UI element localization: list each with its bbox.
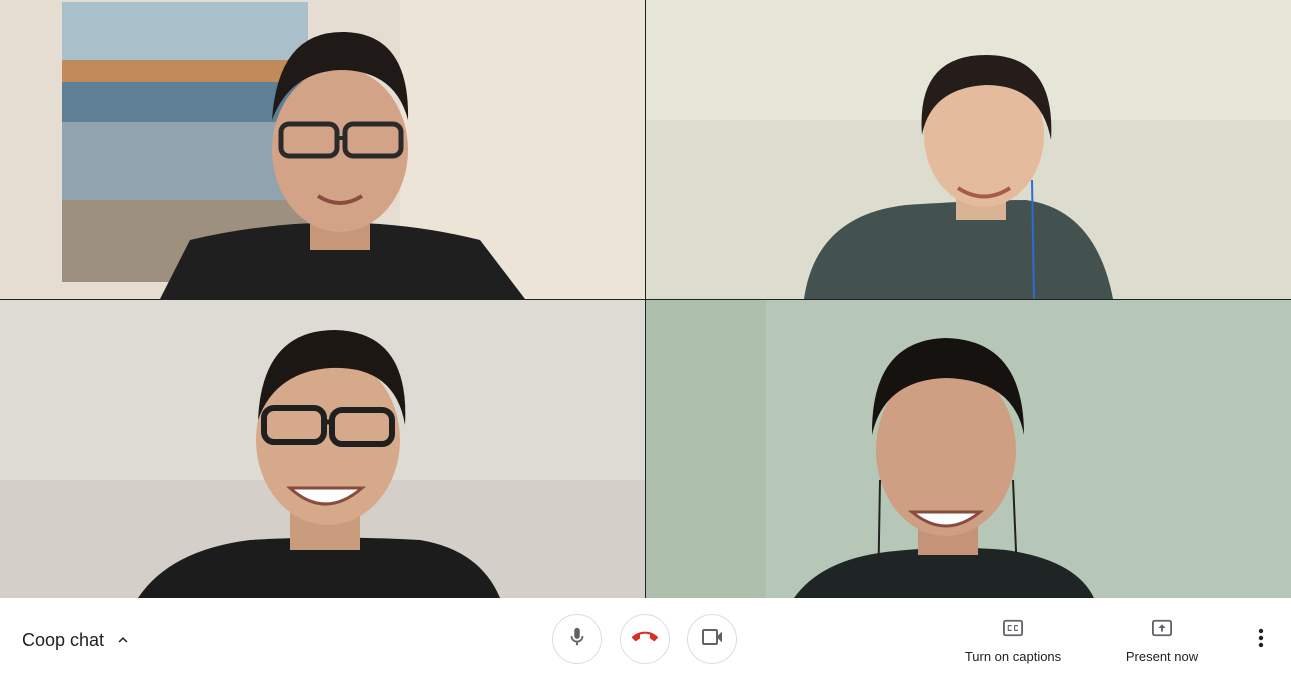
participant-tile-2 [646,0,1291,299]
participant-video-4 [646,300,1291,598]
more-vert-icon [1258,628,1264,653]
participant-tile-1 [0,0,645,299]
closed-captions-icon [1002,618,1024,643]
call-controls-bar: Coop chat Turn on captions Present now [0,598,1291,681]
camera-button[interactable] [687,614,737,664]
captions-button[interactable]: Turn on captions [963,618,1063,664]
participant-video-2 [646,0,1291,299]
participant-video-1 [0,0,645,299]
microphone-button[interactable] [552,614,602,664]
chevron-up-icon [114,631,132,649]
meeting-details-button[interactable]: Coop chat [22,626,132,654]
meeting-title: Coop chat [22,629,105,650]
present-screen-icon [1151,618,1173,643]
microphone-icon [566,626,588,653]
more-options-button[interactable] [1249,626,1273,654]
participant-video-3 [0,300,645,598]
phone-hangup-icon [631,624,658,655]
participant-tile-4 [646,300,1291,598]
videocam-icon [700,625,724,654]
leave-call-button[interactable] [620,614,670,664]
video-grid [0,0,1291,598]
present-now-label: Present now [1125,649,1199,664]
present-now-button[interactable]: Present now [1122,618,1202,664]
captions-label: Turn on captions [964,649,1062,664]
participant-tile-3 [0,300,645,598]
